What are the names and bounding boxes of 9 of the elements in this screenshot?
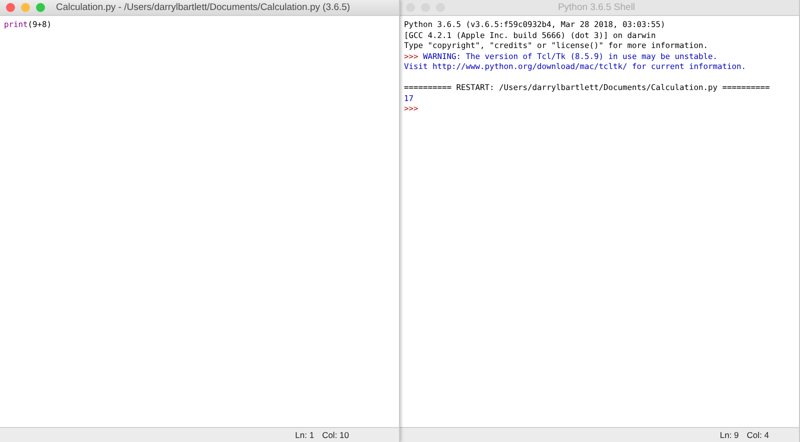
column-number: Col: 4 bbox=[746, 430, 769, 440]
zoom-button[interactable] bbox=[36, 3, 45, 12]
column-number: Col: 10 bbox=[322, 430, 349, 440]
minimize-button[interactable] bbox=[21, 3, 30, 12]
window-title: Calculation.py - /Users/darrylbartlett/Documents/Calculation.py (3.6.5) bbox=[56, 2, 350, 13]
window-title: Python 3.6.5 Shell bbox=[556, 2, 636, 13]
line-number: Ln: 1 bbox=[295, 430, 314, 440]
line-number: Ln: 9 bbox=[720, 430, 739, 440]
close-button[interactable] bbox=[6, 3, 15, 12]
